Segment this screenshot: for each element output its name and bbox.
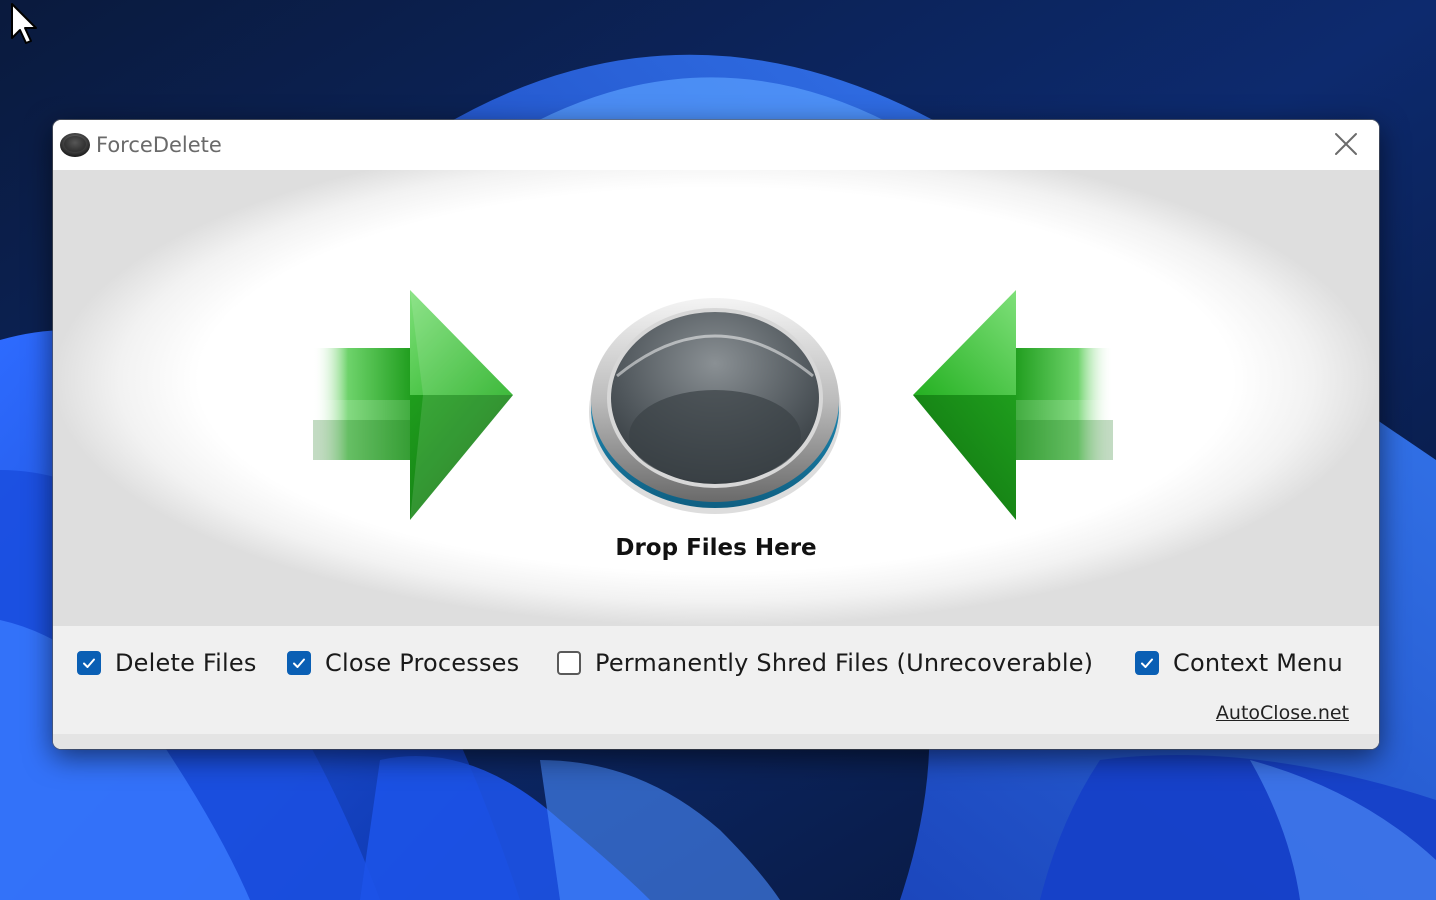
green-arrow-left-icon xyxy=(913,290,1113,520)
mouse-cursor-icon xyxy=(11,3,37,44)
checkbox-label: Permanently Shred Files (Unrecoverable) xyxy=(595,649,1094,677)
bin-drop-icon xyxy=(589,298,841,514)
checkbox-label: Context Menu xyxy=(1173,649,1343,677)
checkmark-icon xyxy=(83,658,95,668)
checkbox-box[interactable] xyxy=(1135,651,1159,675)
checkbox-box[interactable] xyxy=(287,651,311,675)
drop-zone[interactable]: Drop Files Here xyxy=(53,170,1379,626)
checkbox-label: Close Processes xyxy=(325,649,520,677)
checkbox-box[interactable] xyxy=(557,651,581,675)
window-title: ForceDelete xyxy=(96,133,222,157)
close-button[interactable] xyxy=(1313,120,1379,168)
close-processes-checkbox[interactable]: Close Processes xyxy=(287,648,519,678)
checkbox-box[interactable] xyxy=(77,651,101,675)
close-icon xyxy=(1335,133,1357,155)
app-disc-icon xyxy=(60,133,90,157)
app-window: ForceDelete Drop Files Here Delete Files… xyxy=(53,120,1379,749)
delete-files-checkbox[interactable]: Delete Files xyxy=(77,648,257,678)
autoclose-link[interactable]: AutoClose.net xyxy=(1216,702,1349,724)
drop-files-label: Drop Files Here xyxy=(615,535,817,561)
permanently-shred-checkbox[interactable]: Permanently Shred Files (Unrecoverable) xyxy=(557,648,1093,678)
window-bottom-edge xyxy=(53,734,1379,749)
context-menu-checkbox[interactable]: Context Menu xyxy=(1135,648,1343,678)
checkmark-icon xyxy=(293,658,305,668)
title-bar[interactable]: ForceDelete xyxy=(53,120,1379,170)
checkbox-label: Delete Files xyxy=(115,649,257,677)
desktop: ForceDelete Drop Files Here Delete Files… xyxy=(0,0,1436,900)
checkmark-icon xyxy=(1141,658,1153,668)
green-arrow-right-icon xyxy=(313,290,513,520)
options-panel: Delete Files Close Processes Permanently… xyxy=(53,626,1379,734)
